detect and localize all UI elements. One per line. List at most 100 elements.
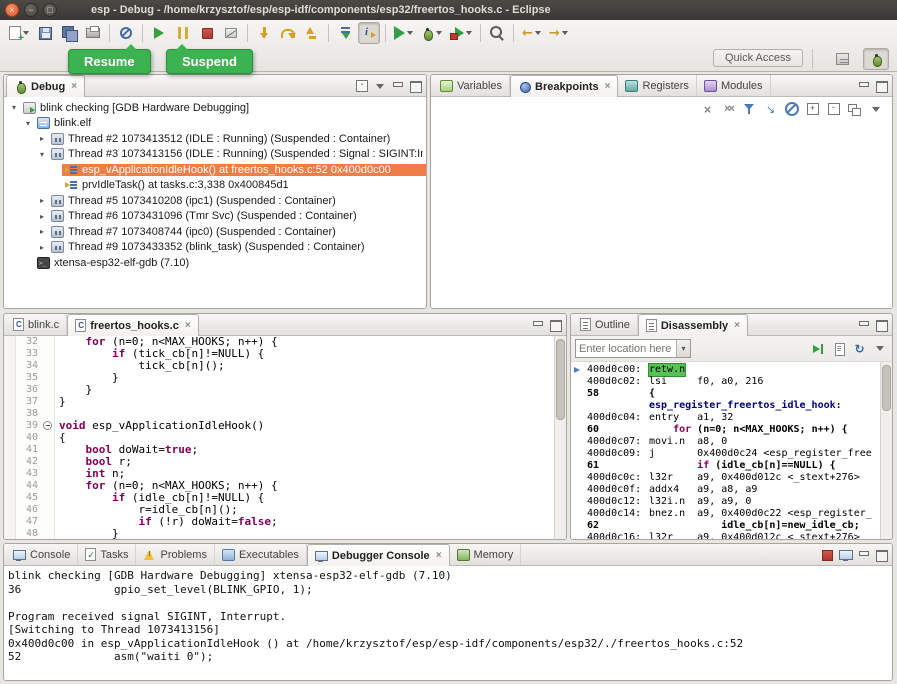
forward-dropdown-icon[interactable]	[562, 31, 568, 35]
skip-all-breakpoints-button[interactable]	[115, 22, 137, 44]
view-menu-icon[interactable]	[867, 101, 884, 117]
console-tab-tasks[interactable]: Tasks	[78, 544, 136, 565]
external-tools-dropdown-icon[interactable]	[466, 31, 472, 35]
location-dropdown-icon[interactable]: ▾	[676, 340, 690, 357]
step-return-button[interactable]	[301, 22, 323, 44]
location-input[interactable]	[576, 340, 676, 357]
new-button[interactable]	[6, 22, 32, 44]
back-button[interactable]	[519, 22, 544, 44]
code-line[interactable]: 37}	[4, 396, 566, 408]
print-button[interactable]	[82, 22, 104, 44]
debugger-console-output[interactable]: blink checking [GDB Hardware Debugging] …	[4, 566, 892, 680]
console-tab-executables[interactable]: Executables	[215, 544, 307, 565]
disassembly-row[interactable]: 400d0c07:movi.n a8, 0	[571, 436, 880, 448]
suspend-button[interactable]	[172, 22, 194, 44]
debug-tree-item[interactable]: ▸Thread #6 1073431096 (Tmr Svc) (Suspend…	[4, 209, 426, 225]
maximize-icon[interactable]	[874, 318, 889, 332]
expand-all-icon[interactable]	[804, 101, 821, 117]
save-button[interactable]	[34, 22, 56, 44]
disassembly-scrollbar[interactable]	[880, 362, 892, 539]
disassembly-content[interactable]: 400d0c00:retw.n400d0c02:lsi f0, a0, 2165…	[571, 362, 880, 539]
disasm-tab-outline[interactable]: Outline	[573, 314, 638, 335]
save-all-button[interactable]	[58, 22, 80, 44]
expander-down-icon[interactable]: ▾	[22, 119, 34, 128]
run-button[interactable]	[391, 22, 416, 44]
close-tab-icon[interactable]: ×	[436, 550, 442, 561]
run-dropdown-icon[interactable]	[407, 31, 413, 35]
debug-tree-item[interactable]: prvIdleTask() at tasks.c:3,338 0x400845d…	[4, 178, 426, 194]
drop-to-frame-button[interactable]	[334, 22, 356, 44]
terminate-console-icon[interactable]	[820, 548, 835, 562]
code-editor[interactable]: 32 for (n=0; n<MAX_HOOKS; n++) {33 if (t…	[4, 336, 566, 539]
editor-tab-blink-c[interactable]: blink.c	[6, 314, 67, 335]
collapse-all-icon[interactable]	[825, 101, 842, 117]
scrollbar-thumb[interactable]	[882, 365, 891, 411]
disassembly-row[interactable]: 400d0c0c:l32r a9, 0x400d012c <_stext+276…	[571, 472, 880, 484]
disassembly-row[interactable]: 400d0c12:l32i.n a9, a9, 0	[571, 496, 880, 508]
link-with-view-icon[interactable]	[846, 101, 863, 117]
disassembly-row[interactable]: 400d0c0f:addx4 a9, a8, a9	[571, 484, 880, 496]
debug-tree-item[interactable]: ▸Thread #2 1073413512 (IDLE : Running) (…	[4, 131, 426, 147]
view-menu-icon[interactable]	[871, 341, 888, 357]
close-tab-icon[interactable]: ×	[605, 81, 611, 92]
maximize-icon[interactable]	[408, 79, 423, 93]
debug-perspective-button[interactable]	[863, 48, 889, 70]
quick-access-button[interactable]: Quick Access	[713, 49, 803, 67]
maximize-icon[interactable]	[874, 79, 889, 93]
debug-tree-item[interactable]: ▸Thread #5 1073410208 (ipc1) (Suspended …	[4, 193, 426, 209]
go-to-file-icon[interactable]	[762, 101, 779, 117]
open-perspective-button[interactable]	[829, 48, 855, 70]
debug-dropdown-icon[interactable]	[436, 31, 442, 35]
disassembly-row[interactable]: 61 if (idle_cb[n]==NULL) {	[571, 460, 880, 472]
editor-tab-freertos-hooks-c[interactable]: freertos_hooks.c×	[67, 314, 199, 336]
show-supported-icon[interactable]	[741, 101, 758, 117]
debug-tree-item[interactable]: ▸Thread #9 1073433352 (blink_task) (Susp…	[4, 240, 426, 256]
maximize-icon[interactable]	[874, 548, 889, 562]
disassembly-row[interactable]: 400d0c00:retw.n	[571, 364, 880, 376]
console-tab-debugger-console[interactable]: Debugger Console×	[307, 544, 450, 566]
refresh-icon[interactable]	[851, 341, 868, 357]
debug-tab-debug[interactable]: Debug×	[6, 75, 85, 97]
minimize-icon[interactable]	[856, 318, 871, 332]
window-maximize-button[interactable]: □	[43, 3, 57, 17]
disassembly-row[interactable]: 400d0c16:l32r a9, 0x400d012c <_stext+276…	[571, 532, 880, 539]
minimize-icon[interactable]	[856, 548, 871, 562]
console-tab-problems[interactable]: Problems	[136, 544, 214, 565]
minimize-icon[interactable]	[856, 79, 871, 93]
forward-button[interactable]	[546, 22, 571, 44]
console-tab-memory[interactable]: Memory	[450, 544, 522, 565]
remove-icon[interactable]	[699, 101, 716, 117]
instruction-stepping-button[interactable]	[358, 22, 380, 44]
terminate-button[interactable]	[196, 22, 218, 44]
code-line[interactable]: 36 }	[4, 384, 566, 396]
search-button[interactable]	[486, 22, 508, 44]
debug-tree-item[interactable]: ▾blink checking [GDB Hardware Debugging]	[4, 100, 426, 116]
disassembly-row[interactable]: 400d0c02:lsi f0, a0, 216	[571, 376, 880, 388]
resume-button[interactable]	[148, 22, 170, 44]
expander-right-icon[interactable]: ▸	[36, 212, 48, 221]
external-tools-button[interactable]	[447, 22, 475, 44]
scrollbar-thumb[interactable]	[556, 339, 565, 420]
view-menu-icon[interactable]	[372, 79, 387, 93]
debug-button[interactable]	[418, 22, 445, 44]
disassembly-row[interactable]: 400d0c14:bnez.n a9, 0x400d0c22 <esp_regi…	[571, 508, 880, 520]
debug-tree-item[interactable]: ▾Thread #3 1073413156 (IDLE : Running) (…	[4, 147, 426, 163]
expander-down-icon[interactable]: ▾	[36, 150, 48, 159]
disconnect-button[interactable]	[220, 22, 242, 44]
window-minimize-button[interactable]: −	[24, 3, 38, 17]
fold-marker-icon[interactable]	[43, 421, 52, 430]
disassembly-row[interactable]: 58{	[571, 388, 880, 400]
maximize-icon[interactable]	[548, 318, 563, 332]
close-tab-icon[interactable]: ×	[185, 320, 191, 331]
sync-pc-icon[interactable]	[811, 341, 828, 357]
window-close-button[interactable]: ×	[5, 3, 19, 17]
disassembly-row[interactable]: 60 for (n=0; n<MAX_HOOKS; n++) {	[571, 424, 880, 436]
display-console-icon[interactable]	[838, 548, 853, 562]
code-line[interactable]: 48 }	[4, 528, 566, 539]
disassembly-row[interactable]: 62 idle_cb[n]=new_idle_cb;	[571, 520, 880, 532]
console-tab-console[interactable]: Console	[6, 544, 78, 565]
disassembly-row[interactable]: esp_register_freertos_idle_hook:	[571, 400, 880, 412]
views-tab-modules[interactable]: Modules	[697, 75, 771, 96]
minimize-icon[interactable]	[530, 318, 545, 332]
back-dropdown-icon[interactable]	[535, 31, 541, 35]
